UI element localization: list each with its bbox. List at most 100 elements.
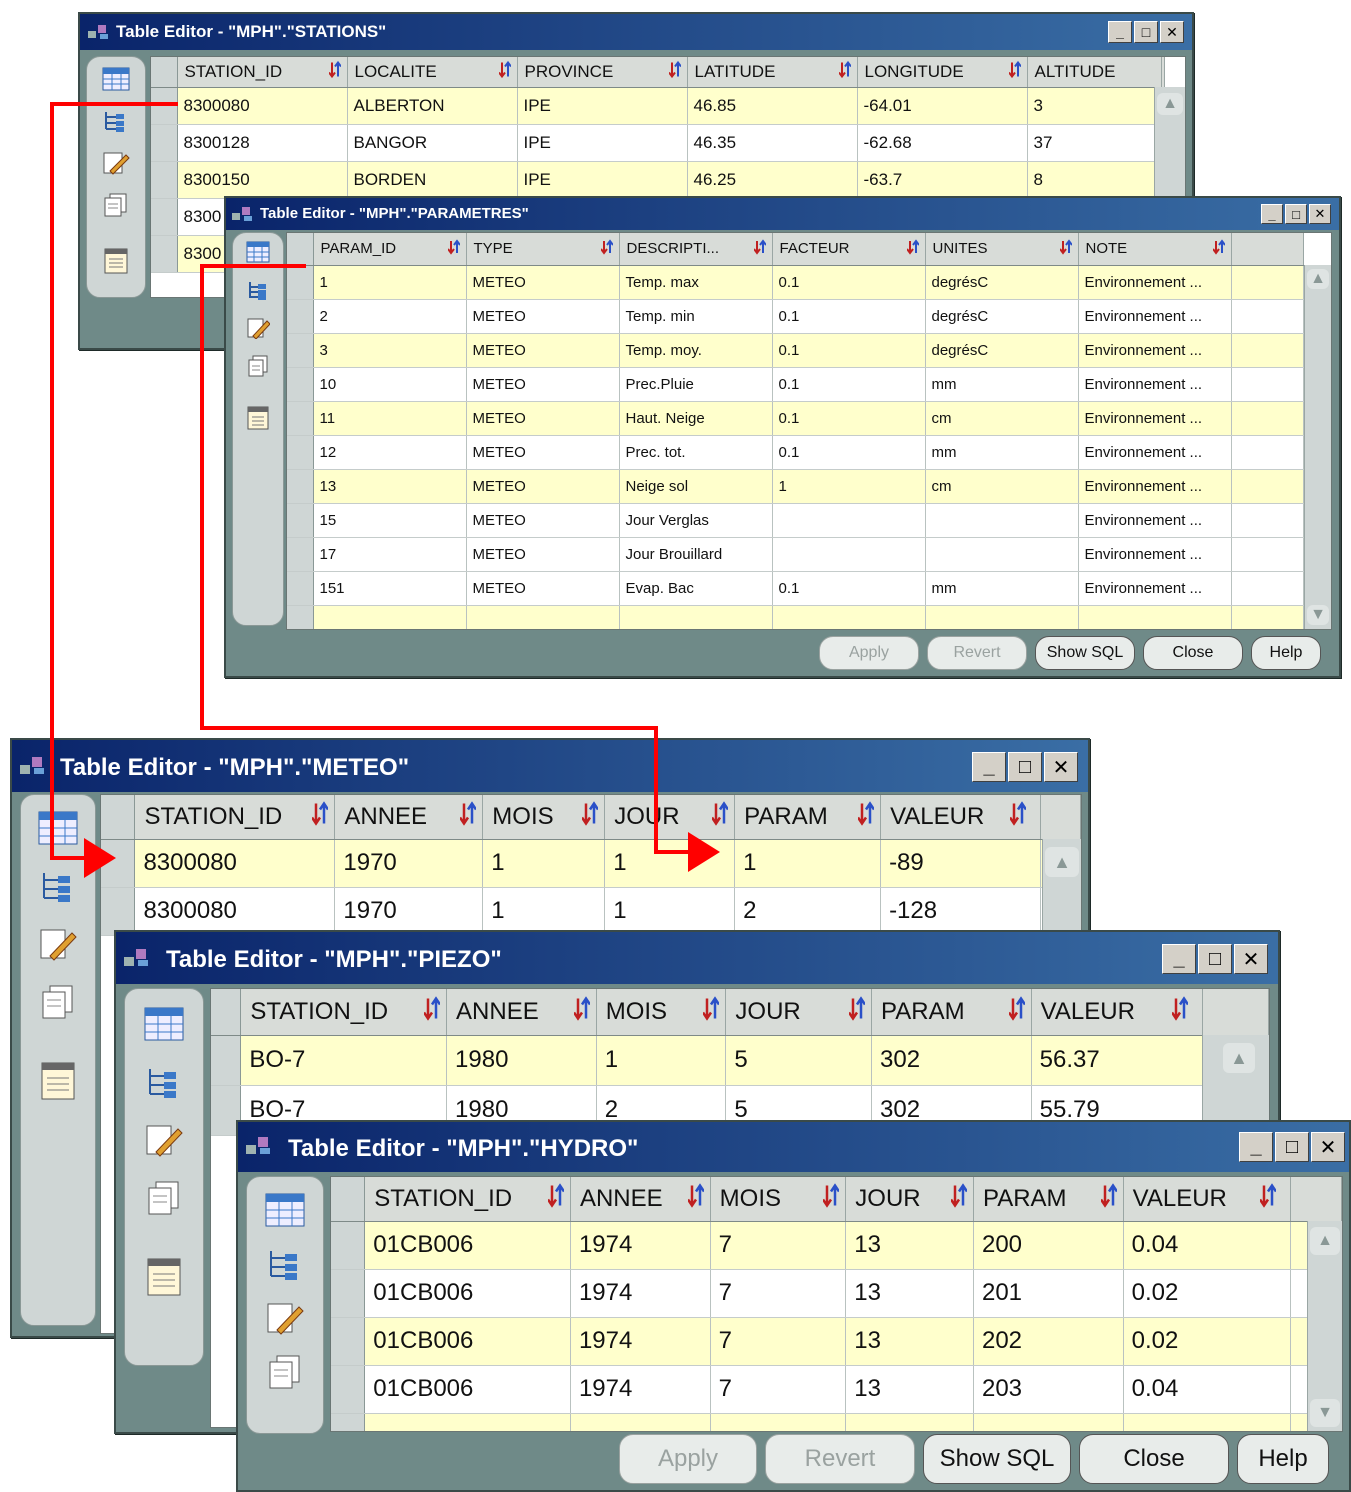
table-cell[interactable]: 1974 xyxy=(570,1317,711,1366)
table-row[interactable]: 2 METEO Temp. min 0.1 degrésC Environnement .… xyxy=(287,299,1304,334)
table-cell[interactable]: 0.04 xyxy=(1123,1365,1292,1414)
table-row[interactable]: 12 METEO Prec. tot. 0.1 mm Environnement ... xyxy=(287,435,1304,470)
table-cell[interactable]: Evap. Bac xyxy=(619,571,773,606)
table-cell[interactable]: 1 xyxy=(596,1035,727,1086)
table-row[interactable]: 01CB006 1974 7 13 203 0.04 xyxy=(331,1365,1342,1414)
column-header[interactable]: JOUR xyxy=(725,989,873,1036)
close-button[interactable]: ✕ xyxy=(1309,204,1331,224)
show-sql-button[interactable]: Show SQL xyxy=(923,1434,1071,1484)
table-cell[interactable]: 1 xyxy=(604,887,736,936)
copy-pages-icon[interactable] xyxy=(102,193,130,217)
sort-icon[interactable] xyxy=(1099,1182,1118,1214)
revert-button[interactable]: Revert xyxy=(765,1434,915,1484)
table-cell[interactable] xyxy=(772,503,926,538)
row-header[interactable] xyxy=(287,367,314,402)
table-grid-icon[interactable] xyxy=(265,1193,305,1227)
table-cell[interactable]: 1 xyxy=(604,839,736,888)
column-header[interactable]: PARAM xyxy=(871,989,1032,1036)
table-row[interactable]: 8300080 1970 1 1 2 -128 xyxy=(101,887,1081,936)
table-row[interactable] xyxy=(331,1413,1342,1431)
table-cell[interactable]: 0.1 xyxy=(772,265,926,300)
table-cell[interactable]: Temp. min xyxy=(619,299,773,334)
table-row[interactable]: 151 METEO Evap. Bac 0.1 mm Environnement ... xyxy=(287,571,1304,606)
table-cell[interactable]: 56.37 xyxy=(1031,1035,1204,1086)
table-cell[interactable]: IPE xyxy=(517,124,688,162)
column-header[interactable]: ANNEE xyxy=(446,989,597,1036)
close-dialog-button[interactable]: Close xyxy=(1079,1434,1229,1484)
sheet-icon[interactable] xyxy=(102,247,130,275)
table-cell[interactable]: 302 xyxy=(871,1035,1032,1086)
table-cell[interactable]: 0.1 xyxy=(772,367,926,402)
table-cell[interactable] xyxy=(772,537,926,572)
table-cell[interactable]: BORDEN xyxy=(347,161,518,199)
sort-icon[interactable] xyxy=(686,1182,705,1214)
close-button[interactable]: ✕ xyxy=(1044,752,1078,782)
table-cell[interactable]: METEO xyxy=(466,333,620,368)
scroll-down-button[interactable]: ▼ xyxy=(1310,1399,1340,1427)
edit-pencil-icon[interactable] xyxy=(38,927,78,961)
table-cell[interactable]: 203 xyxy=(973,1365,1124,1414)
table-cell[interactable]: 1 xyxy=(482,839,606,888)
column-header[interactable]: STATION_ID xyxy=(134,795,336,840)
table-cell[interactable]: 2 xyxy=(313,299,467,334)
table-cell[interactable]: 01CB006 xyxy=(364,1221,571,1270)
column-header[interactable]: VALEUR xyxy=(1123,1177,1292,1222)
table-cell[interactable]: -64.01 xyxy=(857,87,1028,125)
sort-icon[interactable] xyxy=(837,60,852,83)
table-cell[interactable]: 01CB006 xyxy=(364,1269,571,1318)
edit-pencil-icon[interactable] xyxy=(102,151,130,175)
column-header[interactable]: MOIS xyxy=(596,989,727,1036)
table-cell[interactable]: 151 xyxy=(313,571,467,606)
row-header[interactable] xyxy=(287,299,314,334)
row-header[interactable] xyxy=(151,87,178,125)
column-header[interactable]: DESCRIPTI... xyxy=(619,233,773,266)
table-cell[interactable]: degrésC xyxy=(925,333,1079,368)
table-cell[interactable]: -62.68 xyxy=(857,124,1028,162)
table-cell[interactable] xyxy=(619,605,773,629)
table-cell[interactable]: Environnement ... xyxy=(1078,469,1232,504)
table-cell[interactable]: METEO xyxy=(466,299,620,334)
table-cell[interactable]: 46.25 xyxy=(687,161,858,199)
column-header[interactable]: ALTITUDE xyxy=(1027,57,1162,88)
row-header[interactable] xyxy=(151,198,178,236)
title-bar[interactable]: Table Editor - "MPH"."METEO" _ □ ✕ xyxy=(12,740,1088,792)
column-header[interactable]: UNITES xyxy=(925,233,1079,266)
row-header[interactable] xyxy=(101,887,136,936)
copy-pages-icon[interactable] xyxy=(38,985,78,1019)
table-cell[interactable] xyxy=(772,605,926,629)
sort-icon[interactable] xyxy=(446,239,461,259)
table-cell[interactable]: Prec. tot. xyxy=(619,435,773,470)
table-cell[interactable]: 7 xyxy=(710,1269,847,1318)
table-cell[interactable]: Environnement ... xyxy=(1078,503,1232,538)
table-cell[interactable]: 1 xyxy=(772,469,926,504)
sort-icon[interactable] xyxy=(857,800,876,832)
row-header[interactable] xyxy=(151,235,178,273)
sort-icon[interactable] xyxy=(822,1182,841,1214)
table-cell[interactable]: 0.02 xyxy=(1123,1317,1292,1366)
table-cell[interactable] xyxy=(1078,605,1232,629)
table-row[interactable]: 01CB006 1974 7 13 201 0.02 xyxy=(331,1269,1342,1318)
title-bar[interactable]: Table Editor - "MPH"."PIEZO" _ □ ✕ xyxy=(116,932,1278,984)
column-header[interactable]: VALEUR xyxy=(880,795,1041,840)
row-header[interactable] xyxy=(331,1317,366,1366)
table-cell[interactable]: -63.7 xyxy=(857,161,1028,199)
sort-icon[interactable] xyxy=(327,60,342,83)
tree-icon[interactable] xyxy=(246,279,270,301)
sort-icon[interactable] xyxy=(572,995,591,1027)
sort-icon[interactable] xyxy=(422,995,442,1027)
close-button[interactable]: ✕ xyxy=(1234,944,1268,974)
scroll-up-button[interactable]: ▲ xyxy=(1310,1227,1340,1255)
minimize-button[interactable]: _ xyxy=(1162,944,1196,974)
sort-icon[interactable] xyxy=(905,239,920,259)
table-cell[interactable]: 2 xyxy=(734,887,882,936)
table-cell[interactable]: 0.1 xyxy=(772,571,926,606)
table-cell[interactable]: 15 xyxy=(313,503,467,538)
sort-icon[interactable] xyxy=(949,1182,969,1214)
maximize-button[interactable]: □ xyxy=(1275,1132,1309,1162)
table-cell[interactable]: Environnement ... xyxy=(1078,571,1232,606)
maximize-button[interactable]: □ xyxy=(1134,21,1158,43)
scroll-up-button[interactable]: ▲ xyxy=(1157,93,1183,115)
table-cell[interactable]: 01CB006 xyxy=(364,1365,571,1414)
table-cell[interactable] xyxy=(313,605,467,629)
sort-icon[interactable] xyxy=(1008,800,1028,832)
